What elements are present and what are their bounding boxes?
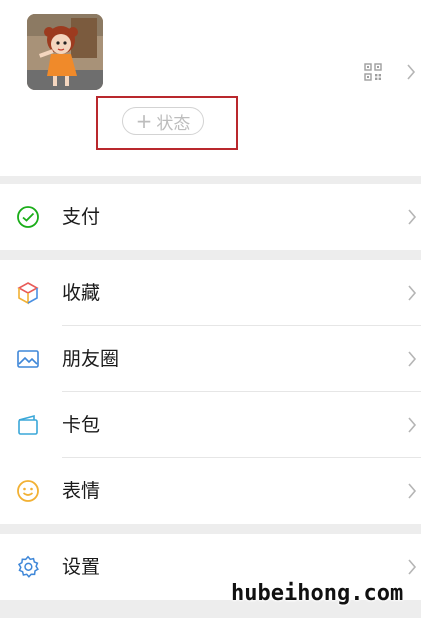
menu-item-cards[interactable]: 卡包 [0, 392, 421, 458]
pay-icon [17, 206, 39, 228]
image-icon [17, 350, 39, 368]
chevron-right-icon [407, 64, 416, 80]
menu-item-label: 表情 [62, 480, 101, 502]
menu-item-label: 设置 [62, 556, 101, 578]
plus-icon: + [135, 109, 153, 133]
section-gap [0, 524, 421, 534]
chevron-right-icon [408, 209, 417, 225]
chevron-right-icon [408, 351, 417, 367]
profile-header[interactable]: + 状态 [0, 0, 421, 176]
menu-item-favorites[interactable]: 收藏 [0, 260, 421, 326]
chevron-right-icon [408, 417, 417, 433]
status-label: 状态 [156, 113, 191, 134]
chevron-right-icon [408, 559, 417, 575]
menu-item-label: 收藏 [62, 282, 101, 304]
menu-item-label: 卡包 [62, 414, 101, 436]
cube-icon [17, 282, 39, 305]
menu-item-moments[interactable]: 朋友圈 [0, 326, 421, 392]
menu-item-pay[interactable]: 支付 [0, 184, 421, 250]
avatar[interactable] [27, 14, 103, 90]
add-status-button[interactable]: + 状态 [122, 107, 204, 135]
menu-item-label: 朋友圈 [62, 348, 120, 370]
menu-item-label: 支付 [62, 206, 101, 228]
smile-icon [17, 480, 39, 502]
section-gap [0, 250, 421, 260]
avatar-image [27, 14, 103, 90]
section-gap [0, 176, 421, 184]
qr-code-icon[interactable] [364, 63, 382, 81]
watermark-text: hubeihong.com [231, 581, 404, 606]
chevron-right-icon [408, 285, 417, 301]
wallet-icon [18, 414, 38, 435]
menu-item-stickers[interactable]: 表情 [0, 458, 421, 524]
gear-icon [17, 555, 39, 578]
chevron-right-icon [408, 483, 417, 499]
